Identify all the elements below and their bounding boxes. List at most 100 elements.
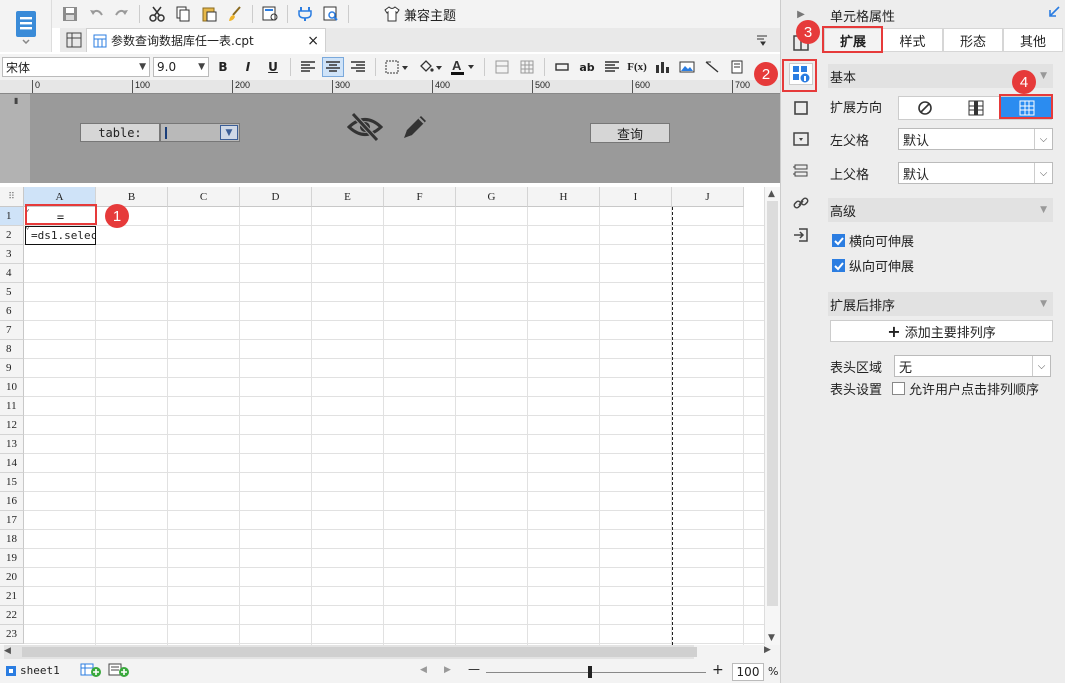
column-header[interactable]: D	[240, 187, 312, 207]
section-advanced[interactable]: 高级 ▼	[828, 198, 1053, 222]
row-header[interactable]: 18	[0, 530, 24, 549]
hyperlink-button[interactable]	[789, 192, 813, 214]
scroll-left-icon[interactable]: ◀	[4, 646, 11, 656]
condition-attribute-button[interactable]	[789, 160, 813, 182]
zoom-slider-thumb[interactable]	[588, 666, 592, 678]
row-header[interactable]: 8	[0, 340, 24, 359]
grid-view-button[interactable]	[64, 30, 84, 50]
zoom-input[interactable]: 100	[732, 663, 764, 681]
cut-button[interactable]	[145, 3, 169, 25]
fill-color-button[interactable]	[415, 57, 445, 77]
cell-element-button[interactable]	[789, 97, 813, 119]
horizontal-extend-checkbox[interactable]: 横向可伸展	[832, 231, 914, 250]
sheet-scroll-left-icon[interactable]: ◀	[420, 665, 427, 675]
vertical-extend-checkbox[interactable]: 纵向可伸展	[832, 256, 914, 275]
column-header[interactable]: E	[312, 187, 384, 207]
combo-dropdown-icon[interactable]: ▼	[220, 125, 238, 140]
hide-param-button[interactable]	[346, 108, 384, 146]
row-header[interactable]: 23	[0, 625, 24, 644]
tab-other[interactable]: 其他	[1003, 28, 1063, 52]
theme-button[interactable]: 兼容主题	[384, 5, 456, 24]
column-header[interactable]: G	[456, 187, 528, 207]
align-right-button[interactable]	[347, 57, 369, 77]
data-entry-button[interactable]	[789, 224, 813, 246]
insert-slash-button[interactable]	[701, 57, 723, 77]
app-logo[interactable]	[0, 0, 52, 52]
row-header[interactable]: 6	[0, 302, 24, 321]
row-header[interactable]: 12	[0, 416, 24, 435]
preview-button[interactable]	[319, 3, 343, 25]
tab-form[interactable]: 形态	[943, 28, 1003, 52]
h-scroll-thumb[interactable]	[22, 647, 697, 657]
italic-button[interactable]: I	[237, 57, 259, 77]
header-area-select[interactable]: 无 ⌵	[894, 355, 1051, 377]
tab-style[interactable]: 样式	[882, 28, 943, 52]
scroll-up-icon[interactable]: ▲	[768, 189, 775, 199]
connect-button[interactable]	[293, 3, 317, 25]
zoom-out-button[interactable]: —	[468, 662, 480, 676]
paste-button[interactable]	[197, 3, 221, 25]
horizontal-scrollbar[interactable]: ◀	[4, 645, 697, 659]
save-button[interactable]	[58, 3, 82, 25]
align-left-button[interactable]	[297, 57, 319, 77]
add-form-sheet-button[interactable]	[108, 663, 130, 680]
dock-button[interactable]	[1048, 6, 1060, 21]
row-header[interactable]: 2	[0, 226, 24, 245]
insert-chart-button[interactable]	[651, 57, 673, 77]
column-header[interactable]: C	[168, 187, 240, 207]
expand-vertical-button[interactable]	[951, 97, 1001, 119]
copy-button[interactable]	[171, 3, 195, 25]
tab-menu-button[interactable]	[754, 32, 770, 48]
allow-user-sort-checkbox[interactable]: 允许用户点击排列顺序	[892, 379, 1039, 398]
query-button[interactable]: 查询	[590, 123, 670, 143]
top-parent-select[interactable]: 默认 ⌵	[898, 162, 1053, 184]
font-color-button[interactable]: A	[448, 57, 478, 77]
row-header[interactable]: 11	[0, 397, 24, 416]
border-button[interactable]	[382, 57, 412, 77]
scroll-right-icon[interactable]: ▶	[764, 645, 771, 655]
scroll-down-icon[interactable]: ▼	[768, 633, 775, 643]
column-header[interactable]: I	[600, 187, 672, 207]
row-header[interactable]: 9	[0, 359, 24, 378]
row-header[interactable]: 1	[0, 207, 24, 226]
insert-richtext-button[interactable]: ab	[576, 57, 598, 77]
row-header[interactable]: 4	[0, 264, 24, 283]
align-center-button[interactable]	[322, 57, 344, 77]
undo-button[interactable]	[84, 3, 108, 25]
row-header[interactable]: 15	[0, 473, 24, 492]
widget-property-button[interactable]	[789, 128, 813, 150]
column-header[interactable]: J	[672, 187, 744, 207]
insert-image-button[interactable]	[676, 57, 698, 77]
scroll-thumb[interactable]	[767, 201, 778, 606]
redo-button[interactable]	[110, 3, 134, 25]
row-header[interactable]: 7	[0, 321, 24, 340]
add-sheet-button[interactable]	[80, 663, 102, 680]
font-size-select[interactable]: 9.0 ▼	[153, 57, 209, 77]
row-header[interactable]: 3	[0, 245, 24, 264]
expand-none-button[interactable]	[899, 97, 951, 119]
cell-a2[interactable]: =ds1.selec	[25, 226, 96, 245]
row-header[interactable]: 10	[0, 378, 24, 397]
select-all-corner[interactable]: ⠿	[0, 187, 24, 207]
row-header[interactable]: 20	[0, 568, 24, 587]
bold-button[interactable]: B	[212, 57, 234, 77]
close-tab-icon[interactable]: ×	[307, 33, 319, 49]
row-header[interactable]: 19	[0, 549, 24, 568]
sheet-scroll-right-icon[interactable]: ▶	[444, 665, 451, 675]
row-header[interactable]: 17	[0, 511, 24, 530]
spreadsheet-grid[interactable]: ⠿ ABCDEFGHIJ 1 2 3 4 5 6 7 8 9 10 11 12 13 14 15 16 17 18…	[0, 187, 780, 645]
column-header[interactable]: F	[384, 187, 456, 207]
insert-paragraph-button[interactable]	[601, 57, 623, 77]
row-header[interactable]: 13	[0, 435, 24, 454]
template-button[interactable]	[258, 3, 282, 25]
insert-formula-button[interactable]: F(x)	[626, 57, 648, 77]
file-tab[interactable]: 参数查询数据库任一表.cpt ×	[86, 28, 326, 52]
edit-param-button[interactable]	[396, 108, 434, 146]
add-sort-button[interactable]: + 添加主要排列序	[830, 320, 1053, 342]
sheet-tab[interactable]: sheet1	[6, 664, 60, 677]
row-header[interactable]: 16	[0, 492, 24, 511]
row-header[interactable]: 22	[0, 606, 24, 625]
column-header[interactable]: B	[96, 187, 168, 207]
merge-cells-button[interactable]	[491, 57, 513, 77]
left-parent-select[interactable]: 默认 ⌵	[898, 128, 1053, 150]
